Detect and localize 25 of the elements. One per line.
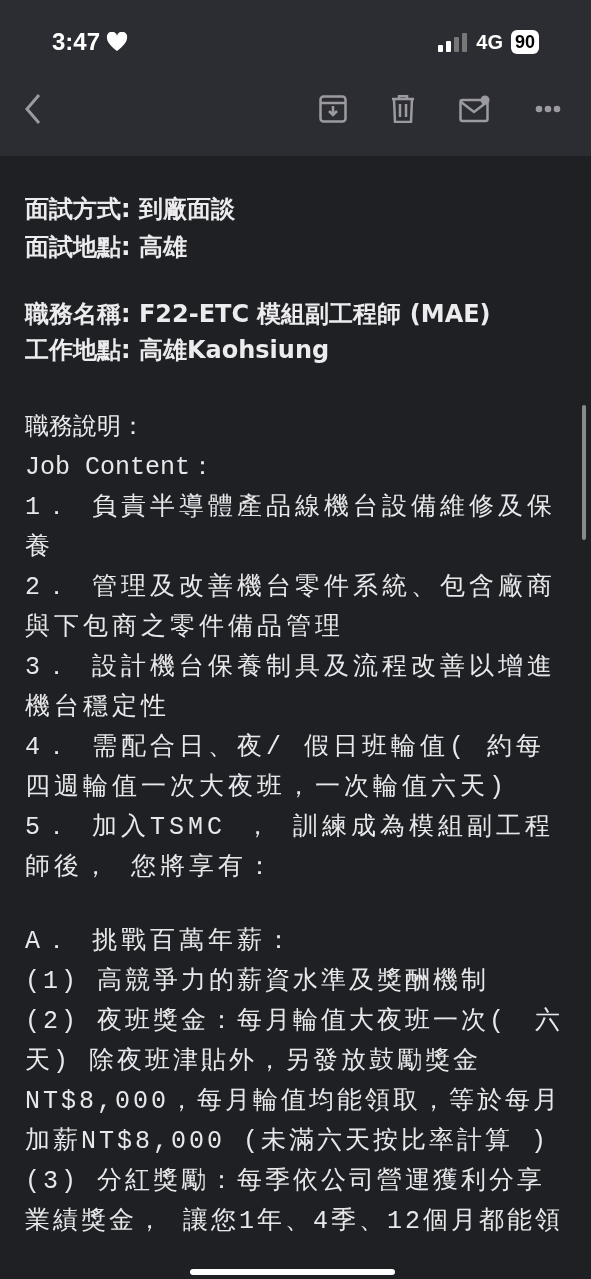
status-time: 3:47 bbox=[52, 27, 101, 57]
email-text: 4． 需配合日、夜/ 假日班輪值( 約每四週輪值一次大夜班，一次輪值六天) bbox=[25, 732, 546, 804]
email-text: 2． 管理及改善機台零件系統、包含廠商與下包商之零件備品管理 bbox=[25, 571, 557, 644]
battery-indicator: 90 bbox=[510, 30, 539, 54]
email-text: 1． 負責半導體產品線機台設備維修及保養 bbox=[25, 492, 557, 564]
mail-unread-icon[interactable] bbox=[459, 95, 491, 123]
email-text: Job Content： bbox=[25, 452, 217, 484]
signal-icon bbox=[438, 32, 469, 52]
email-text: 3． 設計機台保養制具及流程改善以增進機台穩定性 bbox=[25, 651, 557, 724]
network-label: 4G bbox=[476, 30, 503, 55]
back-icon[interactable] bbox=[24, 93, 42, 125]
email-text: 職務說明： bbox=[25, 411, 146, 441]
email-text: A． 挑戰百萬年薪： bbox=[25, 926, 296, 958]
archive-icon[interactable] bbox=[319, 95, 347, 123]
trash-icon[interactable] bbox=[391, 95, 415, 123]
more-icon[interactable] bbox=[535, 105, 561, 113]
email-text: (2) 夜班獎金：每月輪值大夜班一次( 六天) 除夜班津貼外，另發放鼓勵獎金NT$8,000，每月輪值均能領取，等於每月加薪NT$8,000 (未滿六天按比率計算 ) bbox=[25, 1006, 564, 1158]
email-text: 面試方式: 到廠面談 bbox=[25, 194, 236, 225]
heart-icon bbox=[106, 32, 129, 52]
email-text: (1) 高競爭力的薪資水準及獎酬機制 bbox=[25, 966, 490, 998]
email-text: 工作地點: 高雄Kaohsiung bbox=[25, 335, 331, 366]
email-text: 5． 加入TSMC ， 訓練成為模組副工程師後， 您將享有： bbox=[25, 812, 556, 884]
email-text: 面試地點: 高雄 bbox=[25, 232, 188, 263]
email-text: (3) 分紅獎勵：每季依公司營運獲利分享業績獎金， 讓您1年、4季、12個月都能領 bbox=[25, 1166, 564, 1238]
email-text: 職務名稱: F22-ETC 模組副工程師 (MAE) bbox=[25, 299, 492, 330]
